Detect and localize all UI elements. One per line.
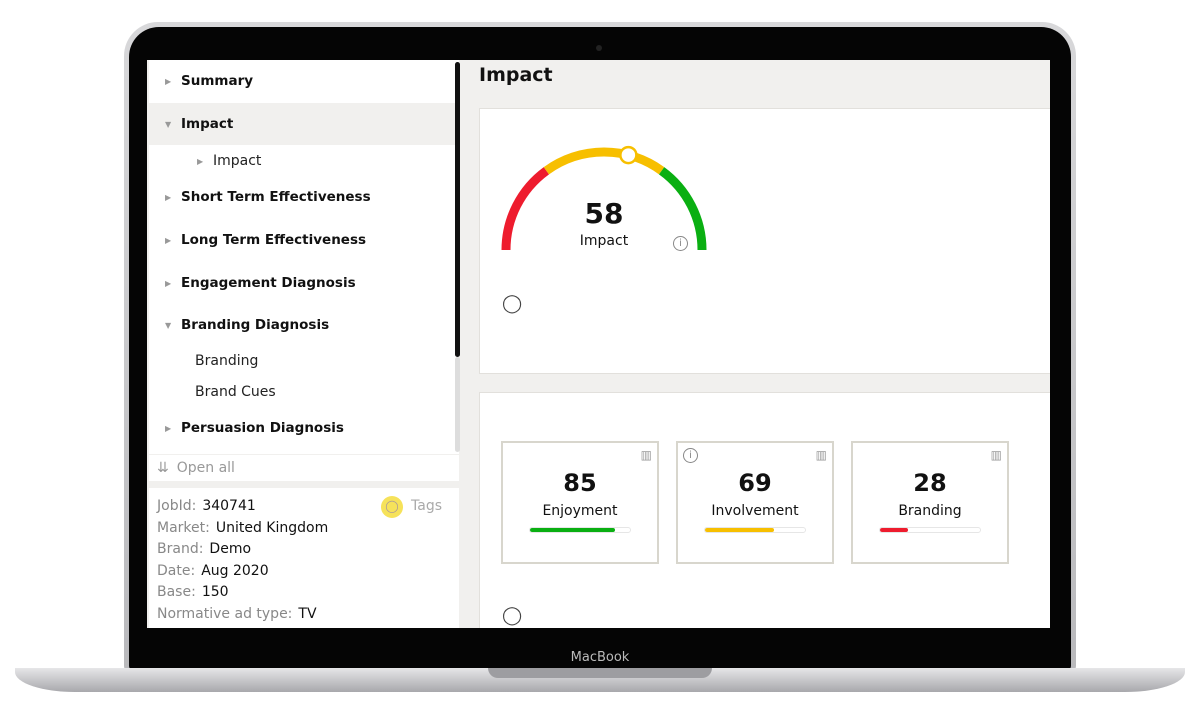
gauge-label: Impact bbox=[579, 233, 629, 249]
screen: ▶ Summary ▼ Impact ▶ Impact ▶ Short Term Effect… bbox=[147, 60, 1050, 628]
metric-value: 69 bbox=[738, 469, 772, 497]
caret-right-icon: ▶ bbox=[165, 278, 172, 288]
metric-label: Enjoyment bbox=[542, 503, 618, 519]
job-info-panel: ◯ Tags JobId: 340741 Market: United Kingdom… bbox=[149, 488, 459, 628]
metric-progress-bar bbox=[879, 527, 981, 533]
metrics-panel: ▥ 85 Enjoyment i ▥ 69 Involvement ▥ 28 Br… bbox=[479, 392, 1050, 628]
caret-down-icon: ▼ bbox=[165, 119, 172, 129]
sidebar-item-label: Long Term Effectiveness bbox=[181, 232, 367, 248]
scrollbar-track[interactable] bbox=[455, 357, 460, 452]
sidebar-item[interactable]: ▶ Persuasion Diagnosis bbox=[149, 407, 455, 449]
sidebar-item[interactable]: ▶ Short Term Effectiveness bbox=[149, 176, 455, 218]
double-chevron-down-icon: ⇊ bbox=[157, 460, 169, 476]
info-row: Market: United Kingdom bbox=[157, 518, 451, 540]
metric-progress-bar bbox=[529, 527, 631, 533]
metric-label: Involvement bbox=[711, 503, 799, 519]
sidebar-item-label: Short Term Effectiveness bbox=[181, 189, 371, 205]
info-icon[interactable]: i bbox=[673, 236, 688, 251]
metric-label: Branding bbox=[898, 503, 962, 519]
info-key: Brand: bbox=[157, 541, 204, 557]
info-value: 150 bbox=[201, 584, 229, 600]
sidebar-item[interactable]: ▶ Long Term Effectiveness bbox=[149, 219, 455, 261]
metric-card[interactable]: i ▥ 69 Involvement bbox=[676, 441, 834, 564]
metric-value: 28 bbox=[913, 469, 947, 497]
metric-progress-fill bbox=[705, 528, 774, 532]
caret-right-icon: ▶ bbox=[197, 156, 204, 166]
open-all-button[interactable]: ⇊ Open all bbox=[149, 455, 459, 481]
info-value: 340741 bbox=[202, 498, 256, 514]
metric-progress-fill bbox=[530, 528, 615, 532]
sidebar-item[interactable]: ▶ Engagement Diagnosis bbox=[149, 262, 455, 304]
gauge-marker bbox=[619, 145, 638, 165]
metric-card[interactable]: ▥ 28 Branding bbox=[851, 441, 1009, 564]
info-key: Date: bbox=[157, 562, 196, 579]
caret-right-icon: ▶ bbox=[165, 76, 172, 86]
impact-gauge-panel: 58 Impact i ◯ bbox=[479, 108, 1050, 374]
info-row: Date: Aug 2020 bbox=[157, 561, 451, 583]
gauge-yellow-segment bbox=[543, 147, 665, 175]
sidebar-item-label: Brand Cues bbox=[195, 384, 276, 400]
caret-right-icon: ▶ bbox=[165, 235, 172, 245]
sidebar-item-label: Persuasion Diagnosis bbox=[181, 420, 344, 436]
sidebar-item-label: Branding Diagnosis bbox=[181, 317, 330, 333]
info-value: United Kingdom bbox=[215, 519, 329, 536]
info-key: Market: bbox=[157, 519, 210, 536]
sidebar-item-label: Impact bbox=[181, 116, 234, 132]
sidebar-item[interactable]: ▶ Summary bbox=[149, 60, 455, 102]
tag-icon: ◯ bbox=[381, 496, 403, 518]
info-row: Normative ad type: TV bbox=[157, 604, 451, 626]
info-key: Normative ad type: bbox=[157, 605, 293, 622]
sidebar-item-label: Summary bbox=[181, 73, 254, 89]
metric-value: 85 bbox=[563, 469, 597, 497]
page-title: Impact bbox=[479, 64, 553, 86]
metric-progress-bar bbox=[704, 527, 806, 533]
metric-card[interactable]: ▥ 85 Enjoyment bbox=[501, 441, 659, 564]
info-row: Brand: Demo bbox=[157, 539, 451, 561]
bar-chart-icon[interactable]: ▥ bbox=[991, 448, 1002, 462]
gauge-value: 58 bbox=[584, 197, 624, 230]
info-value: Demo bbox=[209, 541, 252, 557]
bar-chart-icon[interactable]: ▥ bbox=[641, 448, 652, 462]
tags-button[interactable]: ◯ Tags bbox=[381, 496, 442, 518]
caret-right-icon: ▶ bbox=[165, 423, 172, 433]
caret-down-icon: ▼ bbox=[165, 320, 172, 330]
tags-label: Tags bbox=[411, 498, 442, 515]
sidebar-item-label: Engagement Diagnosis bbox=[181, 275, 356, 291]
nav-tree: ▶ Summary ▼ Impact ▶ Impact ▶ Short Term Effect… bbox=[149, 60, 459, 454]
open-all-label: Open all bbox=[176, 460, 235, 476]
lightbulb-icon[interactable]: ◯ bbox=[502, 605, 522, 626]
lightbulb-icon[interactable]: ◯ bbox=[502, 293, 522, 314]
info-row: Base: 150 bbox=[157, 582, 451, 604]
sidebar-item[interactable]: ▼ Impact bbox=[149, 103, 455, 145]
sidebar-item-label: Branding bbox=[195, 353, 259, 369]
sidebar: ▶ Summary ▼ Impact ▶ Impact ▶ Short Term Effect… bbox=[147, 60, 463, 628]
info-key: JobId: bbox=[157, 498, 197, 514]
sidebar-item-label: Impact bbox=[213, 153, 262, 169]
camera-icon bbox=[596, 45, 602, 51]
device-label: MacBook bbox=[570, 650, 630, 665]
caret-right-icon: ▶ bbox=[165, 192, 172, 202]
info-key: Base: bbox=[157, 584, 196, 600]
info-icon[interactable]: i bbox=[683, 448, 698, 463]
info-value: TV bbox=[298, 605, 317, 622]
scrollbar-thumb[interactable] bbox=[455, 62, 460, 357]
bar-chart-icon[interactable]: ▥ bbox=[816, 448, 827, 462]
metric-progress-fill bbox=[880, 528, 908, 532]
info-value: Aug 2020 bbox=[201, 562, 269, 579]
laptop-notch bbox=[488, 668, 712, 678]
